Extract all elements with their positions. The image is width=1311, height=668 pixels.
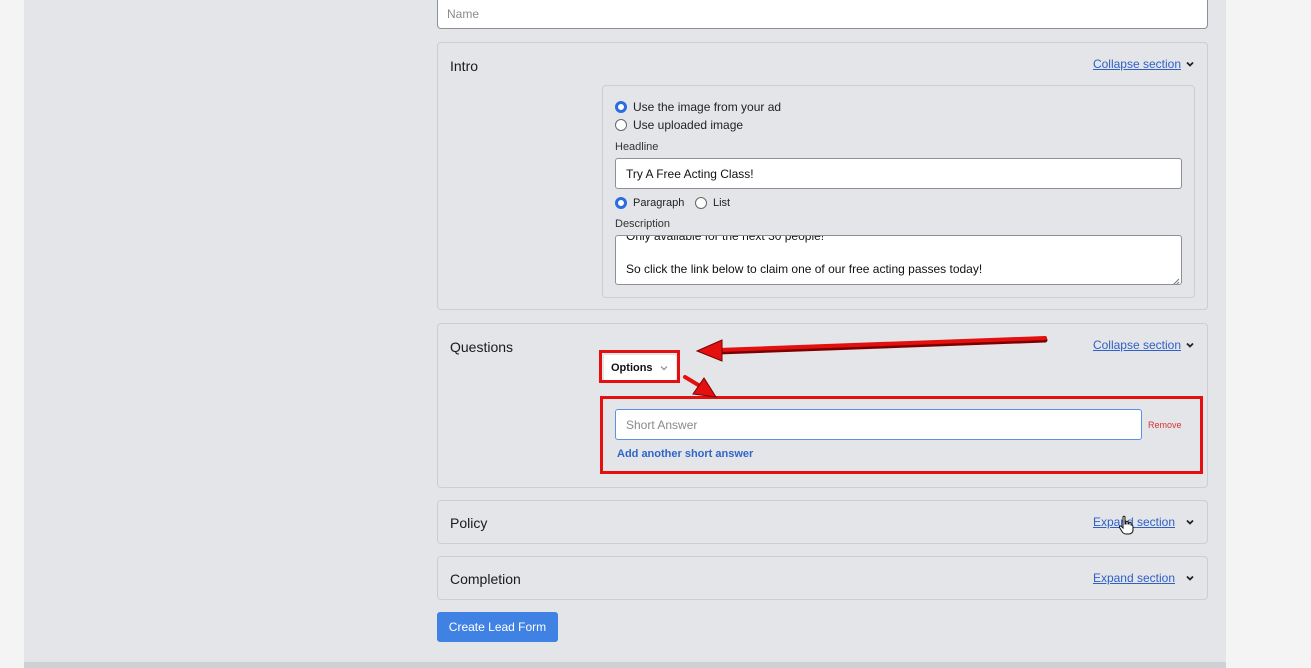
- intro-section-title: Intro: [450, 58, 479, 74]
- chevron-down-icon: [1185, 517, 1195, 527]
- radio-dot: [615, 197, 627, 209]
- policy-section-title: Policy: [450, 515, 488, 531]
- radio-dot: [695, 197, 707, 209]
- description-line-partial: Only available for the next 30 people!: [626, 235, 825, 243]
- radio-list-label: List: [713, 197, 731, 209]
- policy-expand-link[interactable]: Expand section: [1093, 515, 1195, 529]
- headline-value: Try A Free Acting Class!: [626, 166, 754, 181]
- chevron-down-icon: [1185, 340, 1195, 350]
- radio-use-ad-image[interactable]: Use the image from your ad: [615, 100, 781, 114]
- completion-section-title: Completion: [450, 571, 521, 587]
- completion-section: Completion Expand section: [437, 556, 1208, 600]
- radio-dot: [615, 101, 627, 113]
- radio-use-ad-image-label: Use the image from your ad: [633, 100, 782, 114]
- intro-inner-panel: Use the image from your ad Use uploaded …: [602, 85, 1195, 298]
- options-annotation-box: [599, 350, 680, 383]
- description-textarea[interactable]: Only available for the next 30 people! S…: [615, 235, 1182, 285]
- description-line: So click the link below to claim one of …: [626, 262, 983, 276]
- intro-section: Intro Collapse section Use the image fro…: [437, 42, 1208, 310]
- hand-cursor-icon: [1118, 515, 1134, 535]
- chevron-down-icon: [1185, 59, 1195, 69]
- headline-label: Headline: [615, 141, 659, 153]
- name-input[interactable]: [437, 0, 1208, 29]
- radio-use-uploaded-image[interactable]: Use uploaded image: [615, 118, 743, 132]
- bottom-bar: [24, 662, 1226, 668]
- radio-use-uploaded-image-label: Use uploaded image: [633, 118, 744, 132]
- radio-paragraph-label: Paragraph: [633, 197, 685, 209]
- create-lead-form-button[interactable]: Create Lead Form: [437, 612, 558, 642]
- intro-collapse-link[interactable]: Collapse section: [1093, 57, 1195, 71]
- completion-expand-label: Expand section: [1092, 571, 1175, 585]
- completion-expand-link[interactable]: Expand section: [1093, 571, 1195, 585]
- headline-input[interactable]: Try A Free Acting Class!: [615, 158, 1182, 189]
- policy-section: Policy Expand section: [437, 500, 1208, 544]
- radio-dot: [615, 119, 627, 131]
- questions-collapse-label: Collapse section: [1092, 338, 1181, 352]
- resize-grip-icon[interactable]: [1172, 275, 1180, 284]
- radio-list[interactable]: List: [695, 197, 730, 209]
- questions-section-title: Questions: [450, 339, 514, 355]
- questions-collapse-link[interactable]: Collapse section: [1093, 338, 1195, 352]
- chevron-down-icon: [1185, 573, 1195, 583]
- intro-collapse-label: Collapse section: [1092, 57, 1181, 71]
- radio-paragraph[interactable]: Paragraph: [615, 197, 684, 209]
- short-answer-annotation-box: [600, 396, 1203, 474]
- description-label: Description: [615, 218, 671, 230]
